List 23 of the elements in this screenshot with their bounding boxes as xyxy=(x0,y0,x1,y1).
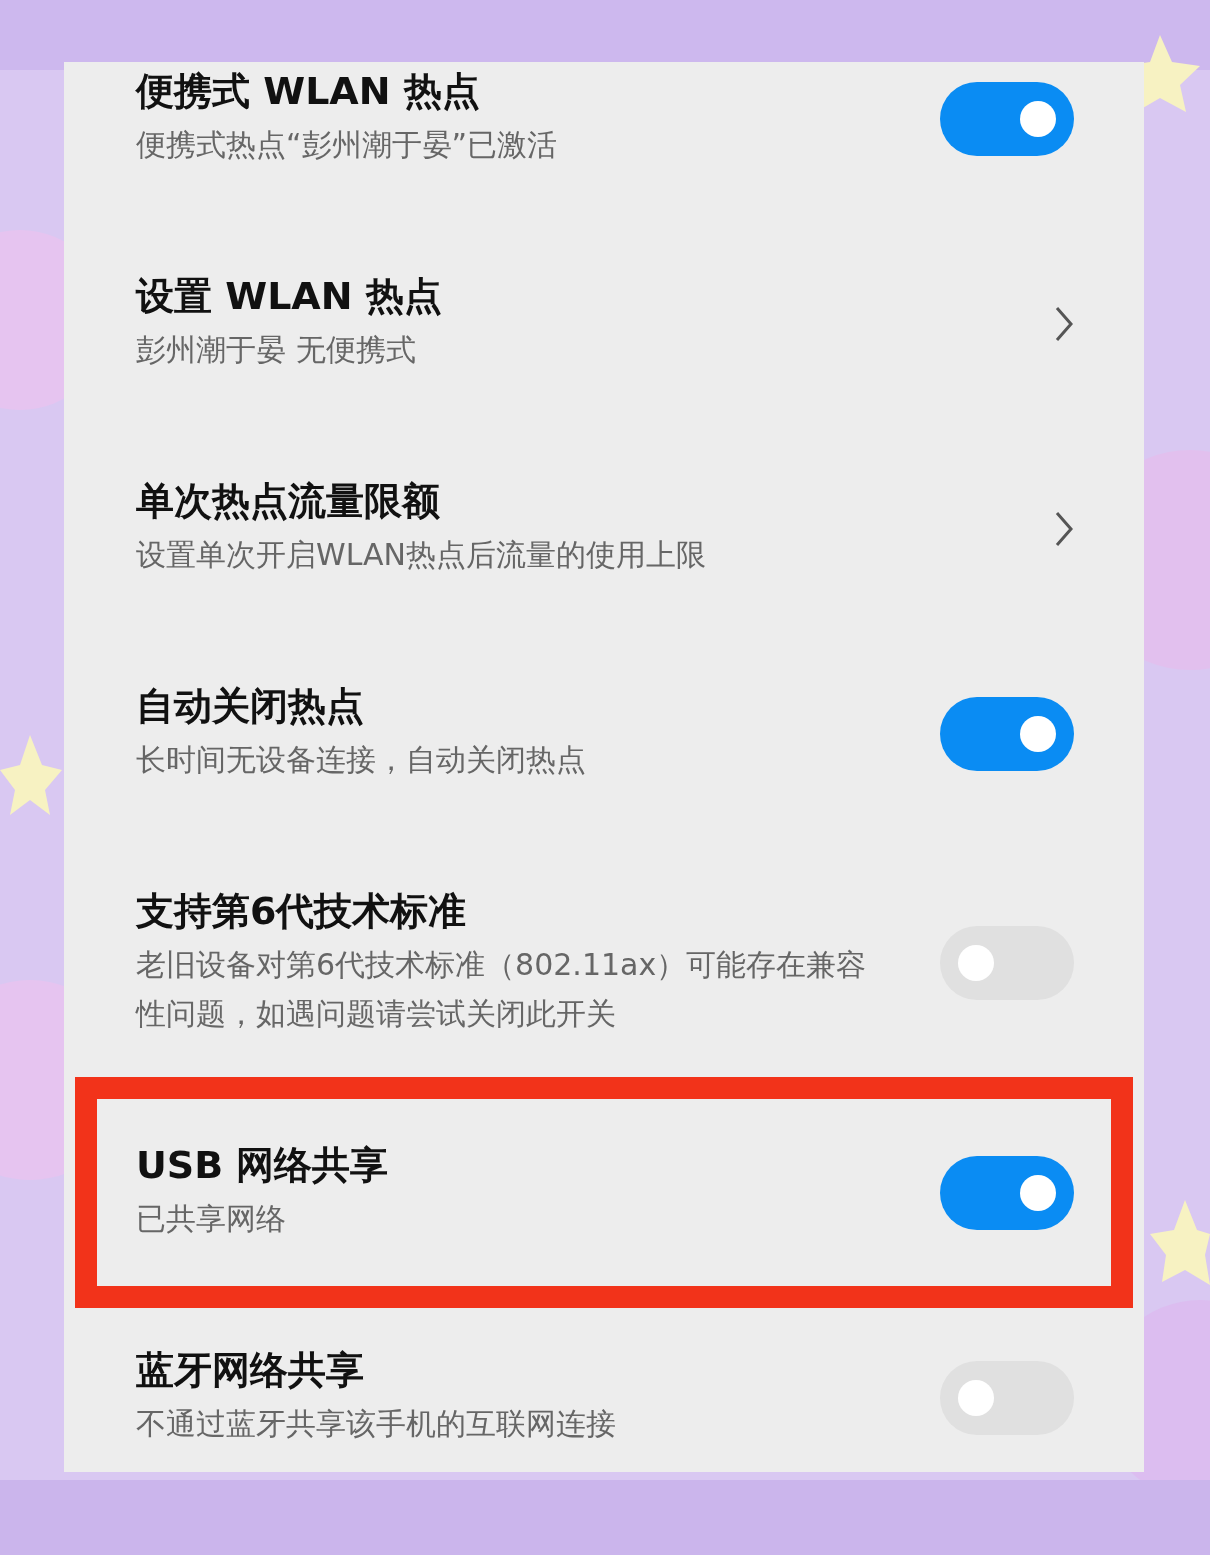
setting-description: 便携式热点“彭州潮于晏”已激活 xyxy=(136,126,559,164)
setting-title: 设置 WLAN 热点 xyxy=(136,273,443,319)
setting-title: 单次热点流量限额 xyxy=(136,478,441,524)
setting-description: 不通过蓝牙共享该手机的互联网连接 xyxy=(136,1405,617,1443)
settings-row[interactable]: 自动关闭热点 长时间无设备连接，自动关闭热点 xyxy=(64,631,1144,836)
setting-description: 长时间无设备连接，自动关闭热点 xyxy=(136,741,587,779)
setting-description: 已共享网络 xyxy=(136,1200,287,1238)
setting-title: 自动关闭热点 xyxy=(136,683,365,729)
chevron-right-icon xyxy=(1054,510,1074,547)
settings-row[interactable]: 设置 WLAN 热点 彭州潮于晏 无便携式 xyxy=(64,221,1144,426)
settings-row[interactable]: 蓝牙网络共享 不通过蓝牙共享该手机的互联网连接 xyxy=(64,1308,1144,1472)
settings-row[interactable]: 支持第6代技术标准 老旧设备对第6代技术标准（802.11ax）可能存在兼容性问题，如遇问题请尝试关闭此开关 xyxy=(64,836,1144,1077)
setting-title: 蓝牙网络共享 xyxy=(136,1347,365,1393)
setting-title: 便携式 WLAN 热点 xyxy=(136,68,481,114)
settings-row[interactable]: 单次热点流量限额 设置单次开启WLAN热点后流量的使用上限 xyxy=(64,426,1144,631)
setting-description: 彭州潮于晏 无便携式 xyxy=(136,331,417,369)
setting-title: USB 网络共享 xyxy=(136,1142,390,1188)
settings-row[interactable]: 便携式 WLAN 热点 便携式热点“彭州潮于晏”已激活 xyxy=(64,62,1144,221)
chevron-right-icon xyxy=(1054,305,1074,342)
setting-description: 老旧设备对第6代技术标准（802.11ax）可能存在兼容性问题，如遇问题请尝试关闭此开关 xyxy=(136,946,868,1033)
settings-row[interactable]: USB 网络共享 已共享网络 xyxy=(75,1077,1133,1308)
setting-title: 支持第6代技术标准 xyxy=(136,888,468,934)
setting-description: 设置单次开启WLAN热点后流量的使用上限 xyxy=(136,536,708,574)
